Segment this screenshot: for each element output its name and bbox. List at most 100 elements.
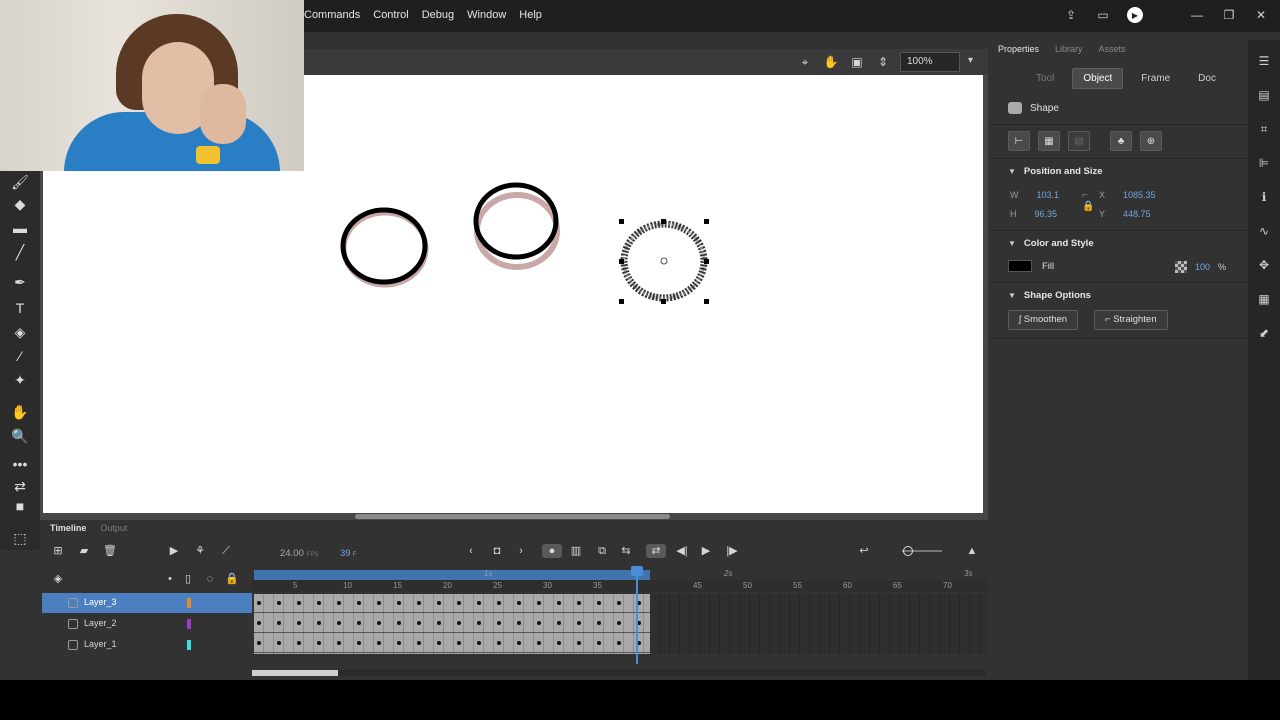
layer-name[interactable]: Layer_1 (84, 639, 117, 649)
object-drawing-icon[interactable]: ⊢ (1008, 131, 1030, 151)
keyframe-dot[interactable] (397, 641, 401, 645)
tab-library[interactable]: Library (1055, 44, 1083, 54)
keyframe-dot[interactable] (537, 641, 541, 645)
keyframe-dot[interactable] (517, 601, 521, 605)
tab-timeline[interactable]: Timeline (50, 523, 86, 533)
circle-1[interactable] (340, 207, 428, 285)
tab-assets[interactable]: Assets (1099, 44, 1126, 54)
width-value[interactable]: 103.1 (1037, 190, 1060, 200)
clip-content-icon[interactable]: ▣ (848, 55, 866, 69)
keyframe-dot[interactable] (457, 621, 461, 625)
section-color-style[interactable]: ▼ Color and Style (1008, 238, 1094, 249)
visibility-icon[interactable]: ◌ (202, 572, 218, 586)
x-value[interactable]: 1085.35 (1123, 190, 1156, 200)
keyframe-dot[interactable] (377, 601, 381, 605)
fill-alpha[interactable]: 100 % (1174, 261, 1226, 273)
info-icon[interactable]: ℹ (1256, 190, 1272, 206)
keyframe-dot[interactable] (557, 601, 561, 605)
y-value[interactable]: 448.75 (1123, 209, 1151, 219)
camera-icon[interactable]: ▶ (166, 544, 182, 558)
y-field[interactable]: Y 448.75 (1099, 209, 1151, 219)
keyframe-dot[interactable] (417, 641, 421, 645)
workspace-icon[interactable]: ▭ (1094, 6, 1112, 24)
keyframe-dot[interactable] (537, 601, 541, 605)
keyframe-dot[interactable] (277, 621, 281, 625)
swap-colors-icon[interactable]: ⇄ (8, 476, 32, 496)
empty-frames[interactable] (650, 594, 988, 654)
keyframe-dot[interactable] (337, 641, 341, 645)
keyframe-dot[interactable] (417, 621, 421, 625)
step-forward-icon[interactable]: |▶ (724, 544, 740, 558)
keyframe-dot[interactable] (397, 601, 401, 605)
frame-area[interactable]: 5 10 15 20 25 30 35 45 50 55 60 65 70 1s… (252, 569, 988, 654)
stage-scrollbar[interactable] (355, 514, 670, 519)
keyframe-dot[interactable] (617, 641, 621, 645)
layer-color-swatch[interactable] (187, 598, 191, 608)
motion-presets-icon[interactable]: ∿ (1256, 224, 1272, 240)
edit-multiple-frames-icon[interactable]: ▥ (568, 544, 584, 558)
tab-output[interactable]: Output (100, 523, 127, 533)
keyframe-dot[interactable] (597, 641, 601, 645)
insert-keyframe-icon[interactable]: ◘ (489, 544, 505, 558)
keyframe-dot[interactable] (577, 621, 581, 625)
outline-icon[interactable]: ▯ (180, 572, 196, 586)
break-apart-icon[interactable]: ▦ (1038, 131, 1060, 151)
playback-range[interactable] (254, 570, 650, 580)
keyframe-dot[interactable] (557, 621, 561, 625)
add-symbol-icon[interactable]: ⊕ (1140, 131, 1162, 151)
new-folder-icon[interactable]: ▰ (76, 544, 92, 558)
keyframe-dot[interactable] (597, 601, 601, 605)
keyframe-dot[interactable] (617, 621, 621, 625)
close-button[interactable]: ✕ (1252, 6, 1270, 24)
brush-tool-icon[interactable]: 🖌 (8, 172, 32, 192)
loop-playback-icon[interactable]: ⇄ (646, 544, 666, 558)
tweens-icon[interactable]: ⧉ (594, 544, 610, 558)
center-stage-icon[interactable]: ⇕ (874, 55, 892, 69)
tab-object[interactable]: Object (1072, 68, 1124, 89)
rotate-stage-icon[interactable]: ✋ (822, 55, 840, 69)
keyframe-dot[interactable] (297, 641, 301, 645)
library-icon[interactable]: ▤ (1256, 88, 1272, 104)
layer-color-swatch[interactable] (187, 640, 191, 650)
zoom-tool-icon[interactable]: 🔍 (8, 426, 32, 446)
fps-display[interactable]: 24.00 FPS (280, 548, 318, 559)
play-button-icon[interactable]: ▶ (698, 544, 714, 558)
timeline-scroll-thumb[interactable] (252, 670, 338, 676)
stroke-fill-icon[interactable]: ■ (8, 496, 32, 516)
graph-icon[interactable]: ⟋ (218, 544, 234, 558)
timeline-scrollbar[interactable] (252, 670, 986, 676)
smoothen-button[interactable]: ʃ Smoothen (1008, 310, 1079, 330)
keyframe-dot[interactable] (517, 621, 521, 625)
layer-name[interactable]: Layer_3 (84, 597, 117, 607)
keyframe-dot[interactable] (297, 601, 301, 605)
height-field[interactable]: H 96.35 (1010, 209, 1057, 219)
layer-row-1[interactable]: Layer_1 (42, 635, 252, 655)
keyframe-dot[interactable] (257, 641, 261, 645)
menu-help[interactable]: Help (519, 9, 542, 21)
keyframe-dot[interactable] (317, 621, 321, 625)
keyframe-dot[interactable] (437, 641, 441, 645)
keyframe-dot[interactable] (437, 601, 441, 605)
height-value[interactable]: 96.35 (1035, 209, 1058, 219)
step-back-icon[interactable]: ◀| (674, 544, 690, 558)
undo-scroll-icon[interactable]: ↩ (856, 544, 872, 558)
keyframe-dot[interactable] (577, 601, 581, 605)
rectangle-tool-icon[interactable]: ▬ (8, 218, 32, 238)
free-transform-icon[interactable]: ⬚ (8, 528, 32, 548)
highlight-layers-icon[interactable]: • (162, 572, 178, 586)
transform-point[interactable] (660, 257, 668, 265)
keyframe-dot[interactable] (517, 641, 521, 645)
lock-proportions-icon[interactable]: ⌐ 🔒 (1082, 190, 1096, 212)
layer-color-swatch[interactable] (187, 619, 191, 629)
history-icon[interactable]: ⬋ (1256, 326, 1272, 342)
fps-value[interactable]: 24.00 (280, 548, 304, 559)
keyframe-dot[interactable] (477, 641, 481, 645)
snap-icon[interactable]: ⌖ (796, 55, 814, 70)
timeline-zoom-knob[interactable] (903, 546, 913, 556)
keyframe-dot[interactable] (297, 621, 301, 625)
onion-skin-icon[interactable]: ● (542, 544, 562, 558)
new-layer-icon[interactable]: ⊞ (50, 544, 66, 558)
keyframe-dot[interactable] (357, 621, 361, 625)
keyframe-dot[interactable] (617, 601, 621, 605)
keyframe-dot[interactable] (377, 621, 381, 625)
